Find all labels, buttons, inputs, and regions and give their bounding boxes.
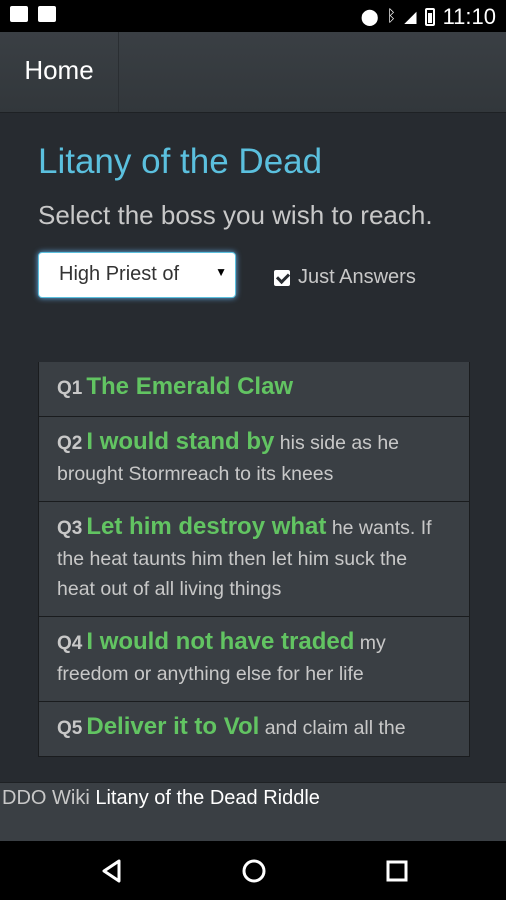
question-number: Q4 — [57, 633, 83, 654]
dropdown-caret-icon: ▼ — [215, 265, 227, 279]
questions-list: Q1 The Emerald Claw Q2 I would stand by hi… — [38, 362, 470, 782]
page-subtitle: Select the boss you wish to reach. — [38, 200, 433, 230]
boss-select[interactable]: High Priest of ▼ — [38, 252, 236, 298]
footer-bar: DDO Wiki Litany of the Dead Riddle — [0, 782, 506, 842]
status-bar: ⬤ ᛒ ◢ 11:10 — [0, 0, 506, 32]
outlook-icon — [10, 6, 28, 22]
footer-riddle-link[interactable]: Litany of the Dead Riddle — [95, 787, 320, 809]
just-answers-label: Just Answers — [298, 266, 416, 288]
question-number: Q3 — [57, 518, 83, 539]
status-time: 11:10 — [442, 4, 496, 29]
recents-icon[interactable] — [383, 857, 411, 885]
question-answer: I would not have traded — [86, 628, 355, 655]
battery-icon — [424, 8, 435, 26]
question-answer: The Emerald Claw — [86, 373, 294, 400]
signal-icon: ◢ — [404, 9, 417, 26]
location-icon: ⬤ — [360, 9, 379, 26]
question-answer: I would stand by — [86, 428, 275, 455]
question-answer: Let him destroy what — [86, 513, 327, 540]
footer-wiki-label: DDO Wiki — [2, 787, 90, 809]
question-answer: Deliver it to Vol — [86, 713, 260, 740]
image-icon — [38, 6, 56, 22]
android-nav-bar — [0, 841, 506, 900]
top-navbar: Home — [0, 32, 506, 113]
question-item: Q5 Deliver it to Vol and claim all the — [38, 701, 470, 757]
just-answers-checkbox[interactable] — [274, 269, 290, 286]
question-item: Q3 Let him destroy what he wants. If the … — [38, 501, 470, 617]
question-item: Q4 I would not have traded my freedom or … — [38, 616, 470, 702]
question-number: Q2 — [57, 433, 83, 454]
question-item: Q2 I would stand by his side as he brough… — [38, 416, 470, 502]
home-link[interactable]: Home — [0, 32, 119, 112]
bluetooth-icon: ᛒ — [386, 8, 397, 25]
back-icon[interactable] — [98, 857, 126, 885]
just-answers-toggle[interactable]: Just Answers — [274, 266, 416, 289]
question-rest: and claim all the — [259, 717, 406, 739]
footer-text: DDO Wiki Litany of the Dead Riddle — [2, 787, 320, 810]
home-circle-icon[interactable] — [240, 857, 268, 885]
page-title: Litany of the Dead — [38, 142, 323, 181]
question-number: Q1 — [57, 378, 83, 399]
question-item: Q1 The Emerald Claw — [38, 362, 470, 417]
boss-select-value: High Priest of — [59, 263, 180, 285]
question-number: Q5 — [57, 718, 83, 739]
